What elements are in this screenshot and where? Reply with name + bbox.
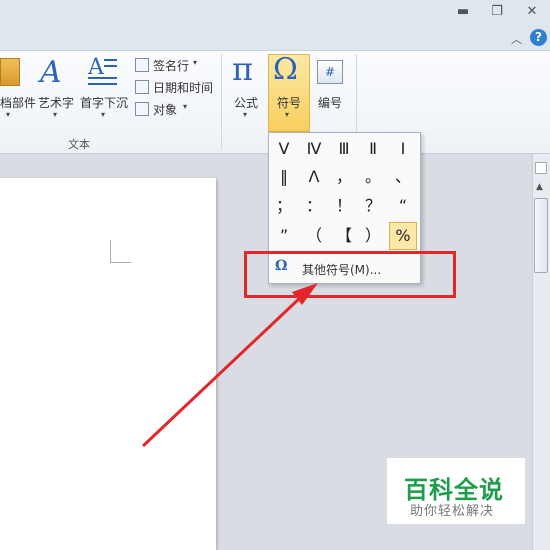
watermark-subtitle: 助你轻松解决 [410,504,495,519]
